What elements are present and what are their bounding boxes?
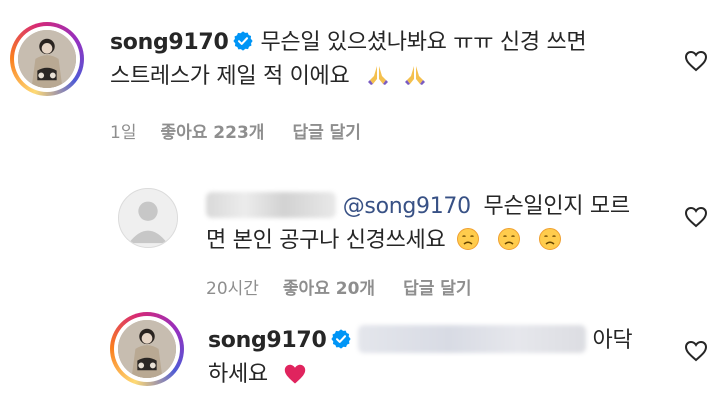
- red-heart-icon: [284, 364, 305, 384]
- comment-text: 무슨일인지 모르: [483, 194, 631, 219]
- disappointed-face-icon: [457, 228, 480, 250]
- comment-body: song9170 무슨일 있으셨나봐요 ㅠㅠ 신경 쓰면 스트레스가 제일 적 이…: [110, 26, 670, 94]
- folded-hands-icon: [404, 66, 425, 85]
- mention-link[interactable]: @song9170: [343, 194, 471, 219]
- comment-meta: 20시간 좋아요 20개 답글 달기: [206, 274, 472, 299]
- timestamp: 1일: [110, 123, 137, 143]
- username[interactable]: song9170: [110, 30, 229, 55]
- like-heart-icon[interactable]: [684, 340, 708, 362]
- likes-count[interactable]: 좋아요 223개: [160, 118, 264, 143]
- like-heart-icon[interactable]: [684, 50, 708, 72]
- comment-text: 아닥: [592, 328, 633, 353]
- comment-text: 면 본인 공구나 신경쓰세요: [206, 228, 446, 253]
- disappointed-face-icon: [497, 228, 520, 250]
- verified-badge-icon: [233, 31, 254, 51]
- comment-body: @song9170 무슨일인지 모르 면 본인 공구나 신경쓰세요: [206, 190, 686, 258]
- avatar[interactable]: [10, 22, 84, 96]
- avatar[interactable]: [110, 312, 184, 386]
- blurred-username[interactable]: [206, 192, 336, 218]
- username[interactable]: song9170: [208, 328, 327, 353]
- timestamp: 20시간: [206, 279, 259, 299]
- profile-photo: [118, 320, 176, 378]
- comment-text: 하세요: [208, 362, 268, 387]
- folded-hands-icon: [368, 66, 389, 85]
- reply-button[interactable]: 답글 달기: [292, 118, 360, 143]
- likes-count[interactable]: 좋아요 20개: [283, 274, 375, 299]
- like-heart-icon[interactable]: [684, 206, 708, 228]
- comment-meta: 1일 좋아요 223개 답글 달기: [110, 118, 361, 143]
- comment-body: song9170 아닥 하세요: [208, 324, 678, 392]
- verified-badge-icon: [331, 329, 352, 349]
- comment-text: 스트레스가 제일 적 이에요: [110, 64, 350, 89]
- profile-photo: [18, 30, 76, 88]
- blurred-mention[interactable]: [358, 325, 587, 353]
- default-avatar-icon: [119, 189, 177, 247]
- disappointed-face-icon: [538, 228, 561, 250]
- avatar[interactable]: [118, 188, 178, 248]
- reply-button[interactable]: 답글 달기: [403, 274, 471, 299]
- comment-text: 무슨일 있으셨나봐요 ㅠㅠ 신경 쓰면: [260, 30, 587, 55]
